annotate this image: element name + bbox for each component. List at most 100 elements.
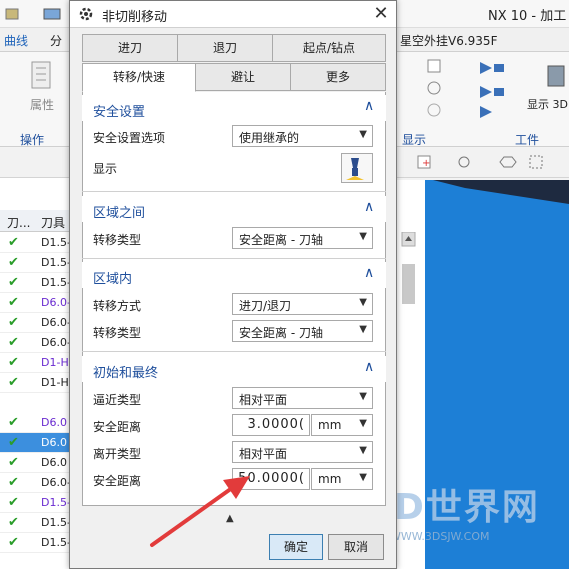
section-title-initial-final: 初始和最终 xyxy=(93,366,159,381)
tab-start-drill-points[interactable]: 起点/钻点 xyxy=(272,34,386,62)
checkmark-icon: ✔ xyxy=(8,315,19,330)
watermark-url: WWW.3DSJW.COM xyxy=(390,530,490,543)
safe-distance-approach-input[interactable]: 3.0000( xyxy=(232,414,310,436)
ribbon-tab-curve[interactable]: 曲线 xyxy=(4,32,28,49)
plugin-title: 星空外挂V6.935F xyxy=(400,34,498,48)
display-3d-label: 显示 3D xyxy=(527,98,568,111)
depart-type-value: 相对平面 xyxy=(239,447,288,461)
show-flashlight-button[interactable] xyxy=(341,153,373,183)
dialog-titlebar[interactable]: 非切削移动 ✕ xyxy=(70,1,396,28)
divider xyxy=(82,351,386,352)
checkmark-icon: ✔ xyxy=(8,335,19,350)
model-edge xyxy=(433,180,569,204)
dropdown-arrow-icon: ▼ xyxy=(359,391,367,402)
between-transfer-type-label: 转移类型 xyxy=(93,233,142,247)
tool-name: D6.0 xyxy=(41,416,67,429)
safety-option-value: 使用继承的 xyxy=(239,131,300,145)
flashlight-icon xyxy=(346,158,364,180)
checkmark-icon: ✔ xyxy=(8,515,19,530)
safe-distance-depart-label: 安全距离 xyxy=(93,474,142,488)
ok-button[interactable]: 确定 xyxy=(269,534,323,560)
section-title-safety: 安全设置 xyxy=(93,105,146,120)
tool-name: D6.0 xyxy=(41,456,67,469)
collapse-chevron-icon[interactable]: ∧ xyxy=(364,199,374,215)
tab-avoidance[interactable]: 避让 xyxy=(195,63,291,91)
within-transfer-type-select[interactable]: 安全距离 - 刀轴 ▼ xyxy=(232,320,373,342)
tool-name: D6.0- xyxy=(41,316,71,329)
nav-col-tool[interactable]: 刀具 xyxy=(41,214,65,231)
between-transfer-type-select[interactable]: 安全距离 - 刀轴 ▼ xyxy=(232,227,373,249)
depart-type-label: 离开类型 xyxy=(93,447,142,461)
display-tools-icons[interactable] xyxy=(398,56,458,126)
list-item[interactable]: ✔ D1-H xyxy=(0,373,75,393)
tab-retract[interactable]: 退刀 xyxy=(177,34,273,62)
list-item[interactable]: ✔ D6.0 xyxy=(0,433,75,453)
checkmark-icon: ✔ xyxy=(8,355,19,370)
properties-label: 属性 xyxy=(30,98,55,112)
collapse-chevron-icon[interactable]: ∧ xyxy=(364,98,374,114)
unit-value: mm xyxy=(318,472,342,486)
operations-group-label: 操作 xyxy=(20,133,45,147)
approach-type-label: 逼近类型 xyxy=(93,393,142,407)
nav-col-status[interactable]: 刀... xyxy=(7,214,30,231)
list-item[interactable]: ✔ D1-H xyxy=(0,353,75,373)
navigator-scrollbar[interactable] xyxy=(396,232,426,312)
collapse-chevron-icon[interactable]: ∧ xyxy=(364,359,374,375)
list-item[interactable]: ✔ D1.5- xyxy=(0,533,75,553)
section-within-region[interactable]: 区域内 ∧ xyxy=(82,262,386,288)
navigator-header: 刀... 刀具 xyxy=(0,210,75,232)
list-item[interactable]: ✔ D1.5- xyxy=(0,273,75,293)
dropdown-arrow-icon: ▼ xyxy=(359,324,367,335)
close-icon[interactable]: ✕ xyxy=(370,3,392,25)
display-group-label: 显示 xyxy=(402,133,427,147)
divider xyxy=(82,258,386,259)
svg-text:+: + xyxy=(422,158,430,169)
list-item[interactable]: ✔ D1.5- xyxy=(0,513,75,533)
list-item[interactable]: ✔ D1.5- xyxy=(0,253,75,273)
section-initial-final[interactable]: 初始和最终 ∧ xyxy=(82,356,386,382)
depart-type-select[interactable]: 相对平面 ▼ xyxy=(232,441,373,463)
list-item[interactable]: ✔ D6.0- xyxy=(0,333,75,353)
list-item[interactable]: ✔ D1.5- xyxy=(0,233,75,253)
within-transfer-mode-select[interactable]: 进刀/退刀 ▼ xyxy=(232,293,373,315)
dialog-title: 非切削移动 xyxy=(102,10,168,25)
safety-option-select[interactable]: 使用继承的 ▼ xyxy=(232,125,373,147)
list-item[interactable]: ✔ D1.5- xyxy=(0,493,75,513)
tool-name: D1.5- xyxy=(41,516,71,529)
properties-icon[interactable] xyxy=(28,60,58,100)
tool-name: D1.5- xyxy=(41,236,71,249)
tab-transfer-rapid[interactable]: 转移/快速 xyxy=(82,63,196,92)
tool-name: D1.5- xyxy=(41,256,71,269)
list-item[interactable]: ✔ D6.0- xyxy=(0,473,75,493)
tool-name: D6.0 xyxy=(41,436,67,449)
checkmark-icon: ✔ xyxy=(8,435,19,450)
tool-name: D1.5- xyxy=(41,276,71,289)
collapse-up-arrow-icon[interactable]: ▲ xyxy=(226,513,234,524)
checkmark-icon: ✔ xyxy=(8,535,19,550)
tab-more[interactable]: 更多 xyxy=(290,63,386,91)
ribbon-tab-analysis[interactable]: 分 xyxy=(50,32,62,49)
tab-engage[interactable]: 进刀 xyxy=(82,34,178,62)
section-between-regions[interactable]: 区域之间 ∧ xyxy=(82,196,386,222)
gear-icon xyxy=(79,7,93,21)
list-item[interactable]: ✔ D6.0- xyxy=(0,293,75,313)
safe-distance-depart-input[interactable]: 50.0000( xyxy=(232,468,310,490)
checkmark-icon: ✔ xyxy=(8,275,19,290)
tool-name: D6.0- xyxy=(41,336,71,349)
list-item[interactable]: ✔ D6.0 xyxy=(0,453,75,473)
section-safety-settings[interactable]: 安全设置 ∧ xyxy=(82,95,386,121)
cancel-button[interactable]: 取消 xyxy=(328,534,384,560)
list-item[interactable]: ✔ D6.0 xyxy=(0,413,75,433)
dropdown-arrow-icon: ▼ xyxy=(359,445,367,456)
approach-type-select[interactable]: 相对平面 ▼ xyxy=(232,387,373,409)
secondary-toolbar-icons[interactable]: + xyxy=(400,154,569,172)
safe-distance-approach-unit-select[interactable]: mm ▼ xyxy=(311,414,373,436)
dropdown-arrow-icon: ▼ xyxy=(359,129,367,140)
dropdown-arrow-icon: ▼ xyxy=(359,231,367,242)
safe-distance-approach-label: 安全距离 xyxy=(93,420,142,434)
section-title-between-regions: 区域之间 xyxy=(93,206,146,221)
checkmark-icon: ✔ xyxy=(8,455,19,470)
safe-distance-depart-unit-select[interactable]: mm ▼ xyxy=(311,468,373,490)
collapse-chevron-icon[interactable]: ∧ xyxy=(364,265,374,281)
list-item[interactable]: ✔ D6.0- xyxy=(0,313,75,333)
